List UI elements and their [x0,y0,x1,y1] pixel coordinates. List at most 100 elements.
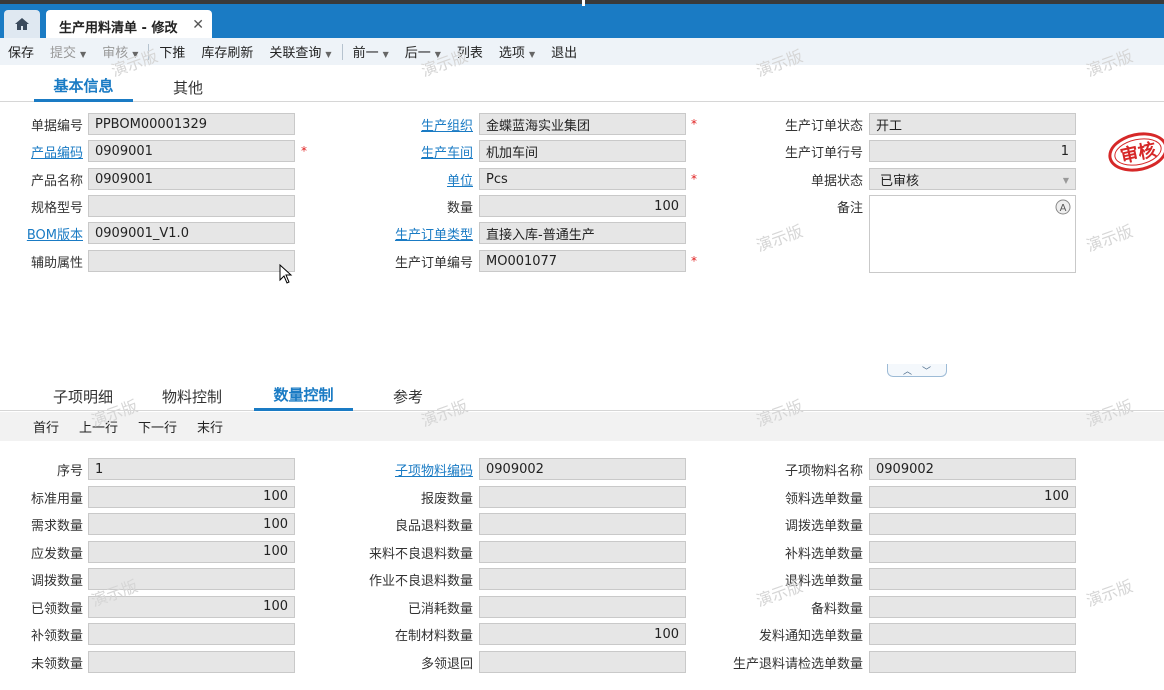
aux-prop-field[interactable] [88,250,295,272]
tab-other[interactable]: 其他 [158,72,218,102]
qty-field-label[interactable]: 子项物料编码 [330,460,473,479]
svg-text:A: A [1060,203,1067,214]
qty-label: 数量 [446,201,473,216]
toolbar-button[interactable]: 关联查询 ▼ [261,42,339,61]
tab-qty-control[interactable]: 数量控制 [254,381,353,411]
qty-field-input[interactable] [479,513,686,535]
qty-field-input[interactable] [869,623,1076,645]
spec-field[interactable] [88,195,295,217]
mo-type-link[interactable]: 生产订单类型 [330,224,473,243]
toolbar-button-label: 审核 [102,46,129,61]
qty-field-label: 良品退料数量 [394,519,473,534]
toolbar-button[interactable]: 保存 [0,42,42,61]
qty-field-input[interactable] [479,485,686,508]
toolbar-button[interactable]: 列表 [449,42,491,61]
qty-field-input[interactable]: 0909002 [479,458,686,480]
qty-field-input[interactable] [479,568,686,590]
mo-status-label: 生产订单状态 [784,119,863,134]
qty-field-input[interactable]: 100 [88,595,295,618]
toolbar-button[interactable]: 后一 ▼ [397,42,449,61]
chevron-up-icon: ︿ [902,366,912,377]
qty-field-input[interactable] [479,540,686,563]
collapse-toggle[interactable]: ︿ ﹀ [887,364,947,377]
qty-field-input[interactable] [479,595,686,618]
toolbar: 保存 提交 ▼ 审核 ▼ 下推 库存刷新 关联查询 ▼ 前一 ▼ 后一 ▼ 列表 选项 ▼ 退出 [0,38,1164,65]
first-row-button[interactable]: 首行 [0,417,69,436]
qty-field-label: 调拨数量 [30,574,83,589]
toolbar-button[interactable]: 库存刷新 [193,42,261,61]
toolbar-button[interactable]: 提交 ▼ [42,42,94,61]
qty-field-input[interactable]: 0909002 [869,458,1076,480]
toolbar-button-label: 后一 [404,46,431,61]
tab-reference[interactable]: 参考 [380,381,436,411]
toolbar-button-label: 保存 [8,46,35,61]
mo-status-field[interactable]: 开工 [869,113,1076,135]
qty-field-input[interactable]: 100 [88,540,295,563]
qty-field-label: 备料数量 [810,601,863,617]
remark-textarea[interactable]: A [869,195,1076,273]
qty-field-input[interactable]: 100 [869,485,1076,508]
toolbar-button-label: 库存刷新 [201,46,254,61]
toolbar-button[interactable]: 选项 ▼ [491,42,543,61]
qty-field-label: 来料不良退料数量 [368,546,473,562]
toolbar-separator [341,43,343,60]
tab-material-control[interactable]: 物料控制 [152,381,232,411]
qty-field-label: 已消耗数量 [407,601,473,617]
material-code-link[interactable]: 产品编码 [0,142,83,161]
required-mark: * [301,144,307,158]
workshop-link[interactable]: 生产车间 [330,142,473,161]
doc-status-select[interactable]: 已审核 ▼ [869,168,1076,190]
qty-field-input[interactable] [869,540,1076,563]
workshop-field[interactable]: 机加车间 [479,140,686,162]
qty-field-input[interactable] [88,623,295,645]
prd-org-link[interactable]: 生产组织 [330,115,473,134]
unit-link[interactable]: 单位 [330,170,473,189]
mo-type-field[interactable]: 直接入库-普通生产 [479,222,686,244]
bom-version-link[interactable]: BOM版本 [0,224,83,243]
toolbar-button-label: 选项 [498,46,525,61]
qty-field-input[interactable]: 1 [88,458,295,480]
qty-field-input[interactable]: 100 [479,623,686,645]
qty-field-label: 补料选单数量 [784,546,863,562]
material-name-field[interactable]: 0909001 [88,168,295,190]
toolbar-button-label: 前一 [352,46,379,61]
close-icon[interactable]: ✕ [192,17,204,33]
entry-tabs: 子项明细 物料控制 数量控制 参考 [0,381,1164,411]
next-row-button[interactable]: 下一行 [128,417,187,436]
toolbar-button[interactable]: 前一 ▼ [345,42,397,61]
unit-field[interactable]: Pcs [479,168,686,190]
tab-child-detail[interactable]: 子项明细 [44,381,122,411]
qty-field[interactable]: 100 [479,195,686,217]
watermark: 演示版 [753,221,806,256]
qty-field-input[interactable] [869,513,1076,535]
required-mark: * [691,254,697,268]
multilang-icon[interactable]: A [1055,199,1071,215]
qty-field-input[interactable]: 100 [88,485,295,508]
toolbar-button[interactable]: 退出 [543,42,585,61]
qty-field-input[interactable] [869,568,1076,590]
toolbar-button[interactable]: 审核 ▼ [94,42,146,61]
toolbar-button[interactable]: 下推 [151,42,193,61]
chevron-down-icon: ▼ [132,50,139,59]
toolbar-button-label: 下推 [159,46,186,61]
remark-label: 备注 [836,201,863,216]
qty-field-input[interactable] [479,650,686,673]
required-mark: * [691,172,697,186]
material-code-field[interactable]: 0909001 [88,140,295,162]
qty-field-input[interactable]: 100 [88,513,295,535]
bill-no-field[interactable]: PPBOM00001329 [88,113,295,135]
prev-row-button[interactable]: 上一行 [69,417,128,436]
mo-no-field[interactable]: MO001077 [479,250,686,272]
qty-field-input[interactable] [869,650,1076,673]
tab-basic-info[interactable]: 基本信息 [34,72,133,102]
prd-org-field[interactable]: 金蝶蓝海实业集团 [479,113,686,135]
chevron-down-icon: ▼ [325,50,332,59]
home-tab[interactable] [4,10,40,38]
mo-line-field[interactable]: 1 [869,140,1076,162]
last-row-button[interactable]: 末行 [187,417,233,436]
toolbar-button-label: 列表 [456,46,483,61]
qty-field-input[interactable] [869,595,1076,618]
qty-field-input[interactable] [88,650,295,673]
qty-field-input[interactable] [88,568,295,590]
bom-version-field[interactable]: 0909001_V1.0 [88,222,295,244]
